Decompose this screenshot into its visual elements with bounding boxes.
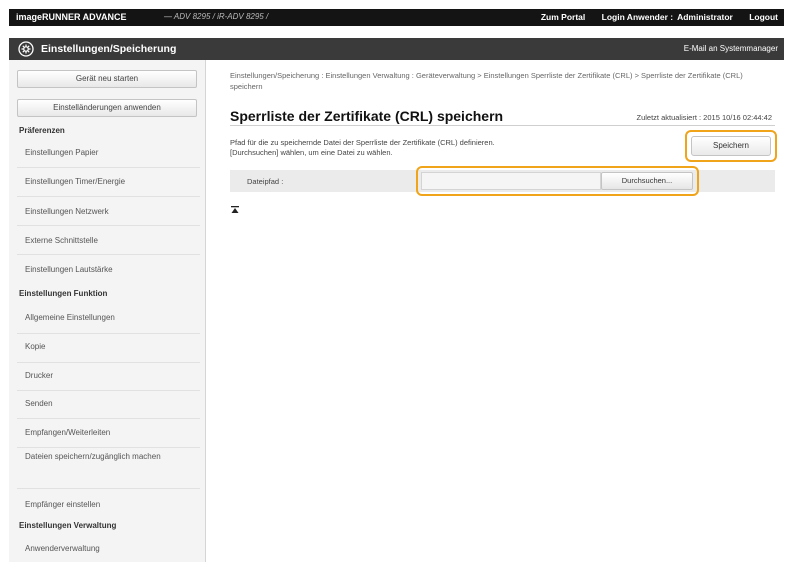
divider bbox=[17, 254, 200, 255]
logout-link[interactable]: Logout bbox=[749, 12, 778, 22]
login-user-label: Login Anwender : bbox=[601, 12, 674, 22]
instruction-line-2: [Durchsuchen] wählen, um eine Datei zu w… bbox=[230, 148, 393, 157]
sidebar-item-printer[interactable]: Drucker bbox=[25, 370, 195, 382]
divider bbox=[17, 390, 200, 391]
current-user: Administrator bbox=[677, 12, 733, 22]
divider bbox=[17, 333, 200, 334]
last-updated-timestamp: Zuletzt aktualisiert : 2015 10/16 02:44:… bbox=[636, 113, 772, 122]
browse-button[interactable]: Durchsuchen... bbox=[601, 172, 693, 190]
sidebar-item-volume[interactable]: Einstellungen Lautstärke bbox=[25, 264, 195, 276]
sidebar-item-send[interactable]: Senden bbox=[25, 398, 195, 410]
sidebar-item-external-interface[interactable]: Externe Schnittstelle bbox=[25, 235, 195, 247]
mail-sysadmin-link[interactable]: E-Mail an Systemmanager bbox=[684, 44, 778, 53]
apply-changes-button[interactable]: Einstelländerungen anwenden bbox=[17, 99, 197, 117]
breadcrumb[interactable]: Einstellungen/Speicherung : Einstellunge… bbox=[230, 70, 775, 92]
page-title: Sperrliste der Zertifikate (CRL) speiche… bbox=[230, 108, 504, 124]
save-button[interactable]: Speichern bbox=[691, 136, 771, 156]
divider bbox=[17, 447, 200, 448]
sidebar-item-copy[interactable]: Kopie bbox=[25, 341, 195, 353]
header-links: Zum Portal Login Anwender : Administrator… bbox=[527, 12, 778, 22]
sidebar-item-user-management[interactable]: Anwenderverwaltung bbox=[25, 543, 195, 555]
page-section-title: Einstellungen/Speicherung bbox=[41, 43, 177, 55]
filepath-label: Dateipfad : bbox=[247, 177, 284, 186]
settings-title-bar: Einstellungen/Speicherung E-Mail an Syst… bbox=[9, 38, 784, 60]
divider bbox=[17, 225, 200, 226]
sidebar-item-set-destination[interactable]: Empfänger einstellen bbox=[25, 499, 195, 511]
sidebar-section-preferences: Präferenzen bbox=[19, 126, 65, 135]
divider bbox=[17, 418, 200, 419]
sidebar-item-store-access-files[interactable]: Dateien speichern/zugänglich machen bbox=[25, 451, 195, 463]
top-bar: imageRUNNER ADVANCE — ADV 8295 / iR-ADV … bbox=[9, 9, 784, 26]
portal-link[interactable]: Zum Portal bbox=[541, 12, 585, 22]
filepath-input[interactable] bbox=[421, 172, 601, 190]
sidebar-section-management-settings: Einstellungen Verwaltung bbox=[19, 521, 117, 530]
device-name: — ADV 8295 / iR-ADV 8295 / bbox=[164, 12, 269, 21]
restart-device-button[interactable]: Gerät neu starten bbox=[17, 70, 197, 88]
main-content: Einstellungen/Speicherung : Einstellunge… bbox=[207, 60, 784, 562]
brand-logo: imageRUNNER ADVANCE bbox=[16, 12, 127, 22]
sidebar-item-paper[interactable]: Einstellungen Papier bbox=[25, 147, 195, 159]
instruction-line-1: Pfad für die zu speichernde Datei der Sp… bbox=[230, 138, 495, 147]
divider bbox=[17, 167, 200, 168]
divider bbox=[17, 488, 200, 489]
back-to-top-icon[interactable] bbox=[230, 205, 240, 215]
sidebar-item-receive-forward[interactable]: Empfangen/Weiterleiten bbox=[25, 427, 195, 439]
sidebar-section-function-settings: Einstellungen Funktion bbox=[19, 289, 108, 298]
gear-icon bbox=[18, 41, 34, 57]
title-divider bbox=[230, 125, 775, 126]
instruction-text: Pfad für die zu speichernde Datei der Sp… bbox=[230, 138, 650, 158]
sidebar: Gerät neu starten Einstelländerungen anw… bbox=[9, 60, 206, 562]
divider bbox=[17, 196, 200, 197]
divider bbox=[17, 362, 200, 363]
sidebar-item-timer-energy[interactable]: Einstellungen Timer/Energie bbox=[25, 176, 195, 188]
sidebar-item-general[interactable]: Allgemeine Einstellungen bbox=[25, 312, 195, 324]
sidebar-item-network[interactable]: Einstellungen Netzwerk bbox=[25, 206, 195, 218]
